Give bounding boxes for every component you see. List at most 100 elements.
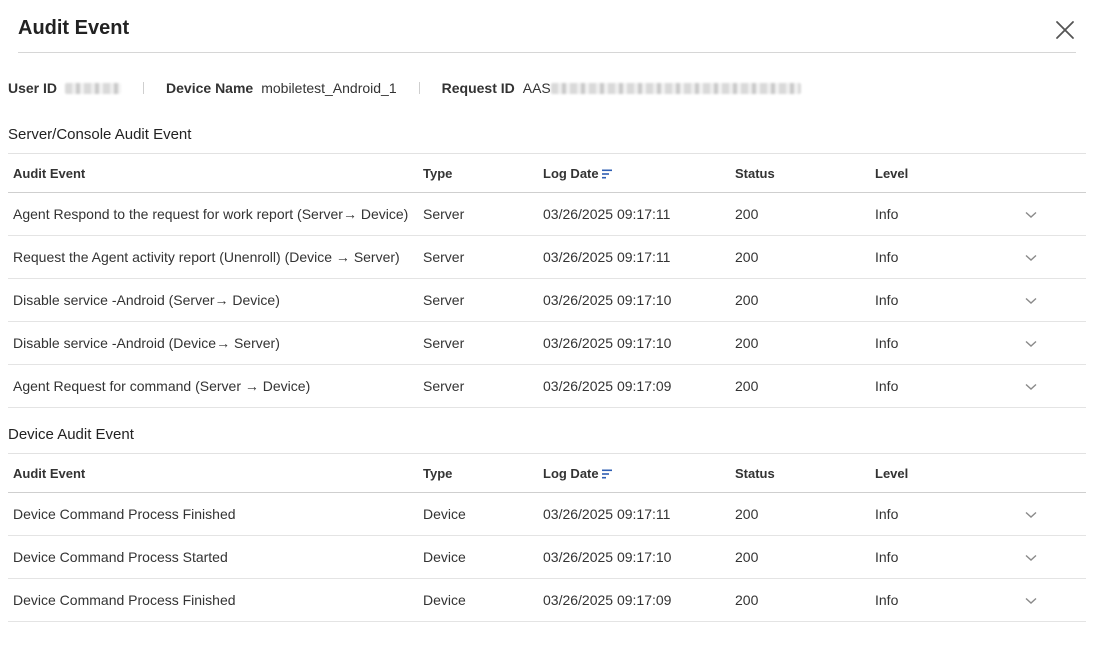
device-audit-table: Audit Event Type Log Date Status Level D…	[8, 453, 1086, 622]
cell-log-date: 03/26/2025 09:17:10	[538, 535, 730, 579]
server-audit-table: Audit Event Type Log Date Status Level A…	[8, 153, 1086, 408]
cell-type: Server	[418, 321, 538, 365]
cell-level: Info	[870, 235, 1020, 279]
expand-row-button[interactable]	[1020, 192, 1086, 236]
server-section-title: Server/Console Audit Event	[8, 126, 192, 143]
cell-status: 200	[730, 364, 870, 408]
device-name-label: Device Name	[166, 80, 254, 96]
column-log-date[interactable]: Log Date	[538, 453, 730, 493]
chevron-down-icon	[1025, 511, 1037, 518]
dialog-header: Audit Event	[18, 0, 1076, 53]
cell-log-date: 03/26/2025 09:17:10	[538, 278, 730, 322]
cell-level: Info	[870, 364, 1020, 408]
cell-status: 200	[730, 278, 870, 322]
dialog-title: Audit Event	[18, 17, 130, 39]
cell-audit-event: Agent Request for command (Server → Devi…	[8, 364, 418, 408]
table-row[interactable]: Device Command Process Finished Device 03/…	[8, 578, 1086, 622]
table-header-row: Audit Event Type Log Date Status Level	[8, 153, 1086, 193]
table-row[interactable]: Request the Agent activity report (Unenr…	[8, 235, 1086, 279]
cell-level: Info	[870, 278, 1020, 322]
column-status: Status	[730, 153, 870, 193]
cell-level: Info	[870, 321, 1020, 365]
cell-status: 200	[730, 192, 870, 236]
cell-audit-event: Device Command Process Started	[8, 535, 418, 579]
expand-row-button[interactable]	[1020, 492, 1086, 536]
column-log-date[interactable]: Log Date	[538, 153, 730, 193]
cell-audit-event: Request the Agent activity report (Unenr…	[8, 235, 418, 279]
cell-audit-event: Disable service -Android (Device→ Server…	[8, 321, 418, 365]
table-row[interactable]: Agent Request for command (Server → Devi…	[8, 364, 1086, 408]
cell-log-date: 03/26/2025 09:17:09	[538, 364, 730, 408]
chevron-down-icon	[1025, 297, 1037, 304]
column-status: Status	[730, 453, 870, 493]
expand-row-button[interactable]	[1020, 235, 1086, 279]
cell-status: 200	[730, 578, 870, 622]
device-name-value: mobiletest_Android_1	[261, 80, 397, 96]
chevron-down-icon	[1025, 383, 1037, 390]
user-id-label: User ID	[8, 80, 58, 96]
column-log-date-label: Log Date	[543, 165, 599, 181]
cell-log-date: 03/26/2025 09:17:11	[538, 492, 730, 536]
user-id-value-redacted	[65, 82, 122, 94]
cell-level: Info	[870, 192, 1020, 236]
cell-type: Server	[418, 192, 538, 236]
expand-row-button[interactable]	[1020, 278, 1086, 322]
sort-desc-icon[interactable]	[601, 169, 612, 179]
table-row[interactable]: Disable service -Android (Device→ Server…	[8, 321, 1086, 365]
chevron-down-icon	[1025, 597, 1037, 604]
cell-log-date: 03/26/2025 09:17:09	[538, 578, 730, 622]
chevron-down-icon	[1025, 340, 1037, 347]
cell-audit-event: Agent Respond to the request for work re…	[8, 192, 418, 236]
cell-type: Server	[418, 364, 538, 408]
meta-divider	[418, 82, 420, 94]
expand-row-button[interactable]	[1020, 364, 1086, 408]
table-row[interactable]: Device Command Process Started Device 03/2…	[8, 535, 1086, 579]
expand-row-button[interactable]	[1020, 321, 1086, 365]
cell-log-date: 03/26/2025 09:17:10	[538, 321, 730, 365]
meta-divider	[143, 82, 145, 94]
cell-level: Info	[870, 578, 1020, 622]
column-audit-event: Audit Event	[8, 153, 418, 193]
cell-audit-event: Device Command Process Finished	[8, 578, 418, 622]
sort-desc-icon[interactable]	[601, 469, 612, 479]
column-type: Type	[418, 453, 538, 493]
cell-type: Server	[418, 278, 538, 322]
cell-status: 200	[730, 321, 870, 365]
request-meta: User ID Device Name mobiletest_Android_1…	[8, 78, 801, 98]
chevron-down-icon	[1025, 211, 1037, 218]
cell-level: Info	[870, 535, 1020, 579]
expand-row-button[interactable]	[1020, 578, 1086, 622]
request-id-value-redacted	[550, 82, 801, 94]
cell-status: 200	[730, 535, 870, 579]
table-header-row: Audit Event Type Log Date Status Level	[8, 453, 1086, 493]
column-audit-event: Audit Event	[8, 453, 418, 493]
device-section-title: Device Audit Event	[8, 426, 134, 443]
table-row[interactable]: Agent Respond to the request for work re…	[8, 192, 1086, 236]
cell-log-date: 03/26/2025 09:17:11	[538, 235, 730, 279]
column-log-date-label: Log Date	[543, 465, 599, 481]
cell-type: Device	[418, 535, 538, 579]
cell-audit-event: Disable service -Android (Server→ Device…	[8, 278, 418, 322]
request-id-label: Request ID	[441, 80, 515, 96]
cell-level: Info	[870, 492, 1020, 536]
cell-status: 200	[730, 492, 870, 536]
cell-status: 200	[730, 235, 870, 279]
request-id-prefix: AAS	[522, 80, 551, 96]
cell-type: Device	[418, 578, 538, 622]
column-level: Level	[870, 153, 1020, 193]
column-expand	[1020, 453, 1086, 493]
chevron-down-icon	[1025, 554, 1037, 561]
cell-type: Device	[418, 492, 538, 536]
cell-type: Server	[418, 235, 538, 279]
close-button[interactable]	[1054, 19, 1076, 41]
cell-log-date: 03/26/2025 09:17:11	[538, 192, 730, 236]
table-row[interactable]: Disable service -Android (Server→ Device…	[8, 278, 1086, 322]
table-row[interactable]: Device Command Process Finished Device 03/…	[8, 492, 1086, 536]
cell-audit-event: Device Command Process Finished	[8, 492, 418, 536]
column-type: Type	[418, 153, 538, 193]
close-icon	[1056, 21, 1074, 39]
chevron-down-icon	[1025, 254, 1037, 261]
expand-row-button[interactable]	[1020, 535, 1086, 579]
column-expand	[1020, 153, 1086, 193]
column-level: Level	[870, 453, 1020, 493]
